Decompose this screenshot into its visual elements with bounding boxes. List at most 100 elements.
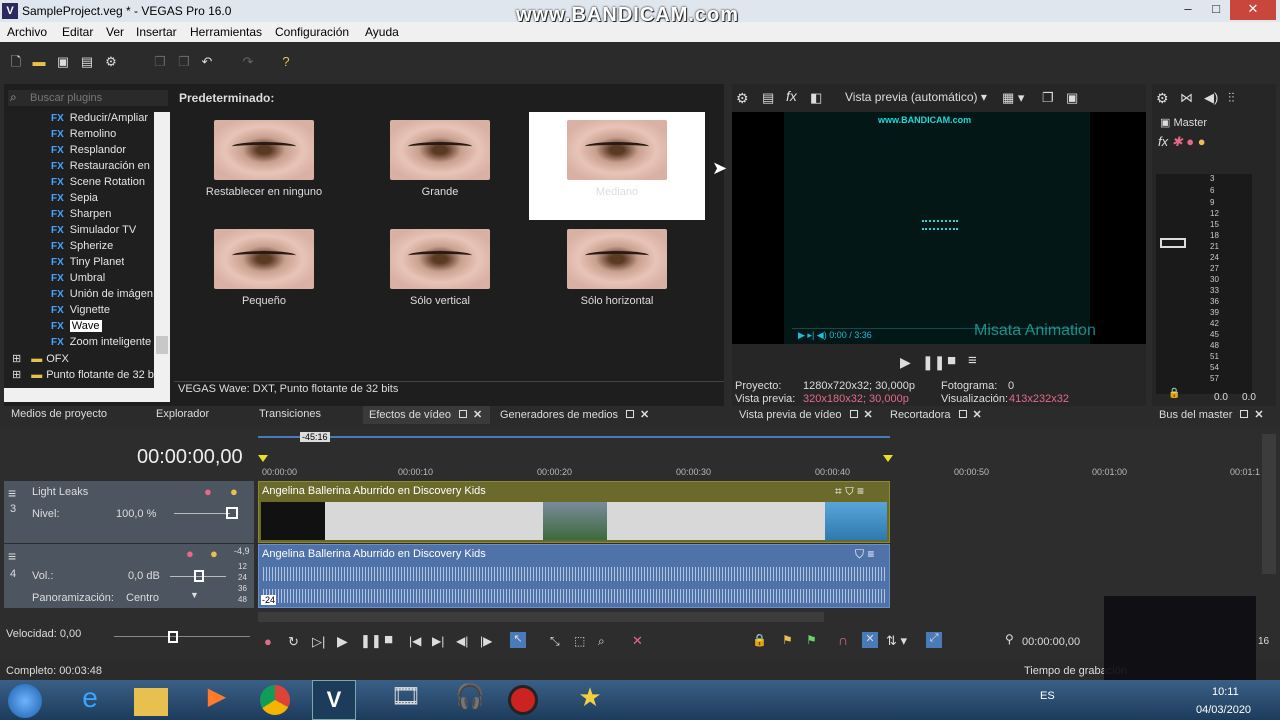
go-end-icon[interactable]: ▶| (432, 634, 444, 648)
edit-tool-icon[interactable]: ↖ (510, 632, 526, 648)
pause-button[interactable]: ❚❚ (360, 633, 382, 649)
star-app-icon[interactable]: ★ (568, 682, 612, 718)
record-icon[interactable]: ● (264, 634, 272, 649)
audio-clip[interactable]: Angelina Ballerina Aburrido en Discovery… (258, 544, 890, 608)
vegas-taskbar-icon[interactable]: V (312, 680, 356, 720)
copy-snapshot-icon[interactable]: ❐ (1042, 90, 1054, 106)
film-icon[interactable]: 🎞 (384, 682, 428, 718)
play-from-start-icon[interactable]: ▷| (312, 634, 325, 650)
settings-gear-icon[interactable]: ⚙ (103, 54, 119, 70)
tab-recortadora[interactable]: Recortadora ✕ (890, 408, 982, 424)
master-speaker-icon[interactable]: ◀) (1204, 90, 1218, 106)
selection-tool-icon[interactable]: ⬚ (574, 634, 585, 648)
preview-settings-icon[interactable]: ⚙ (736, 90, 749, 107)
tab-explorador[interactable]: Explorador (156, 408, 209, 424)
menu-ayuda[interactable]: Ayuda (365, 25, 399, 39)
start-button[interactable] (8, 684, 42, 718)
tree-item[interactable]: FX Sharpen (51, 208, 111, 224)
tree-item[interactable]: FX Remolino (51, 128, 116, 144)
media-player-icon[interactable]: ▶ (195, 682, 239, 718)
master-fx-icon[interactable]: fx ✱ ● ● (1158, 134, 1206, 150)
bandicam-icon[interactable] (508, 685, 538, 715)
undo-icon[interactable]: ↶ (199, 54, 215, 70)
preset-card[interactable]: Restablecer en ninguno (176, 112, 352, 220)
preview-stop-button[interactable]: ■ (947, 352, 956, 369)
preview-menu-icon[interactable]: ≡ (968, 352, 977, 369)
master-eq-icon[interactable]: ⫶⫶ (1228, 90, 1235, 106)
ripple-icon[interactable]: ⇅ ▾ (886, 633, 907, 649)
preview-mode-dropdown[interactable]: Vista previa (automático) ▾ (845, 90, 987, 104)
tree-item[interactable]: FX Simulador TV (51, 224, 136, 240)
tree-folder[interactable]: ⊞ ▬ OFX (12, 352, 152, 368)
velocidad-slider-thumb[interactable] (168, 631, 178, 643)
snap-icon[interactable]: ∩ (838, 632, 848, 648)
marker-icon[interactable]: ⚑ (782, 633, 793, 647)
save-icon[interactable]: ▣ (55, 54, 71, 70)
tree-item[interactable]: FX Vignette (51, 304, 110, 320)
tree-item[interactable]: FX Scene Rotation (51, 176, 145, 192)
loop-region-bar[interactable] (258, 436, 890, 438)
loop-end-marker[interactable] (883, 455, 893, 462)
master-fader[interactable] (1160, 238, 1186, 248)
tab-bus-master[interactable]: Bus del master ✕ (1159, 408, 1264, 424)
explorer-icon[interactable] (134, 688, 168, 716)
tab-vista-previa-video[interactable]: Vista previa de vídeo ✕ (739, 408, 873, 424)
video-clip[interactable]: Angelina Ballerina Aburrido en Discovery… (258, 481, 890, 543)
mute-icon[interactable]: ● (186, 546, 194, 561)
tab-medios-proyecto[interactable]: Medios de proyecto (11, 408, 107, 424)
tab-efectos-video[interactable]: Efectos de vídeo ✕ (363, 406, 490, 424)
tree-item[interactable]: FX Zoom inteligente d (51, 336, 155, 352)
language-indicator[interactable]: ES (1040, 690, 1055, 702)
maximize-button[interactable]: □ (1202, 0, 1230, 20)
play-button[interactable]: ▶ (337, 633, 348, 650)
vol-slider-thumb[interactable] (194, 570, 204, 582)
tree-item[interactable]: FX Unión de imágene (51, 288, 153, 304)
velocidad-slider-track[interactable] (114, 636, 250, 637)
menu-insertar[interactable]: Insertar (136, 25, 177, 39)
close-button[interactable]: ✕ (1230, 0, 1276, 20)
tree-scrollbar[interactable] (154, 112, 170, 402)
timeline-hscrollbar[interactable] (258, 612, 824, 622)
nivel-slider-thumb[interactable] (226, 507, 238, 519)
crop-icon[interactable]: ⌗ ⛉ ≡ (835, 484, 864, 499)
preset-card[interactable]: Pequeño (176, 221, 352, 329)
nivel-slider-track[interactable] (174, 513, 230, 514)
go-start-icon[interactable]: |◀ (409, 634, 421, 648)
ie-icon[interactable]: e (68, 682, 112, 718)
tree-scroll-thumb[interactable] (156, 336, 168, 354)
chrome-icon[interactable] (260, 685, 290, 715)
envelope-tool-icon[interactable]: ⤡ (550, 634, 560, 649)
render-icon[interactable]: ▤ (79, 54, 95, 70)
split-screen-icon[interactable]: ◧ (810, 90, 822, 106)
tree-item[interactable]: FX Resplandor (51, 144, 126, 160)
tab-transiciones[interactable]: Transiciones (259, 408, 321, 424)
pan-slider-thumb[interactable]: ▼ (190, 590, 199, 600)
preview-pause-button[interactable]: ❚❚ (922, 354, 945, 371)
solo-icon[interactable]: ● (210, 546, 218, 561)
master-settings-icon[interactable]: ⚙ (1156, 90, 1169, 107)
mute-icon[interactable]: ● (204, 484, 212, 499)
preset-card[interactable]: Sólo vertical (352, 221, 528, 329)
track-menu-icon[interactable]: ≡ (8, 548, 16, 564)
menu-editar[interactable]: Editar (62, 25, 93, 39)
auto-crossfade-icon[interactable]: ✕ (862, 632, 878, 648)
preset-card[interactable]: Grande (352, 112, 528, 220)
fx-icon[interactable]: fx (786, 88, 797, 104)
menu-archivo[interactable]: Archivo (7, 25, 47, 39)
solo-icon[interactable]: ● (230, 484, 238, 499)
tree-item-selected[interactable]: FX Wave (51, 320, 102, 336)
loop-start-marker[interactable] (258, 455, 268, 462)
lock-icon-2[interactable]: ⤢ (926, 632, 942, 648)
lock-envelopes-icon[interactable]: 🔒 (752, 633, 767, 647)
tab-generadores-medios[interactable]: Generadores de medios ✕ (500, 408, 649, 424)
open-folder-icon[interactable]: ▬ (31, 54, 47, 70)
new-file-icon[interactable]: 🗋 (8, 54, 24, 70)
menu-ver[interactable]: Ver (106, 25, 124, 39)
preview-play-button[interactable]: ▶ (900, 354, 911, 371)
tree-hscrollbar[interactable] (4, 388, 154, 402)
menu-configuracion[interactable]: Configuración (275, 25, 349, 39)
tree-item[interactable]: FX Sepia (51, 192, 98, 208)
master-mix-icon[interactable]: ⋈ (1180, 90, 1193, 106)
tree-folder[interactable]: ⊞ ▬ Punto flotante de 32 b (12, 368, 154, 384)
next-frame-icon[interactable]: |▶ (480, 634, 492, 648)
